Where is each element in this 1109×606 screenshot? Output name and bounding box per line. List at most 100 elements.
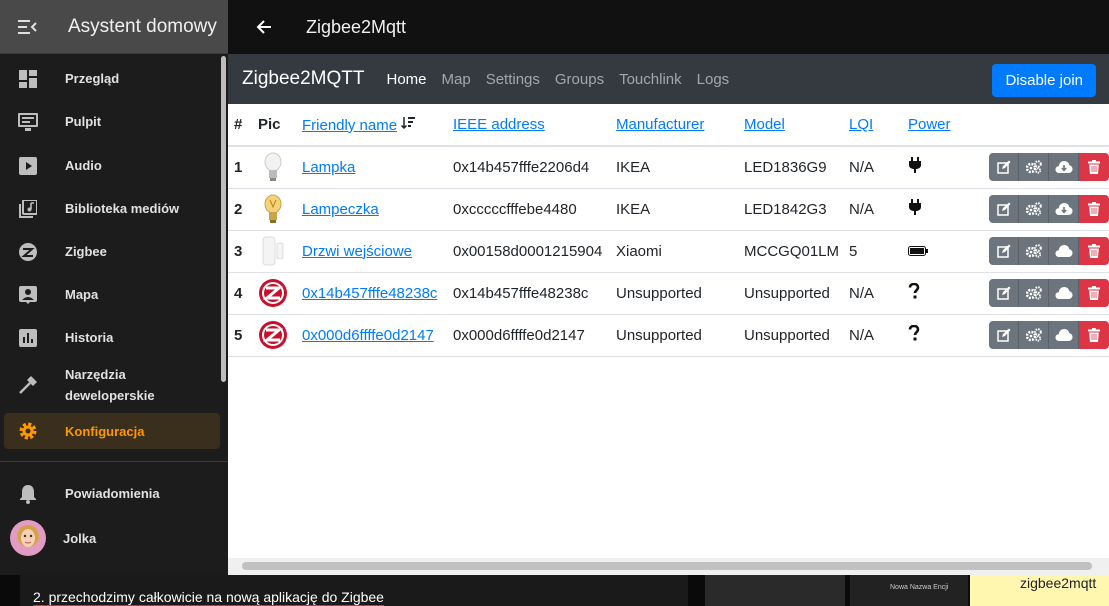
sidebar-divider [0, 461, 228, 462]
ota-button[interactable] [1049, 153, 1079, 182]
sidebar-item-label: Powiadomienia [65, 486, 160, 501]
manufacturer-cell: Unsupported [616, 314, 744, 357]
row-number: 4 [228, 272, 258, 315]
sort-ieee-link[interactable]: IEEE address [453, 116, 545, 133]
z2m-brand[interactable]: Zigbee2MQTT [242, 68, 364, 90]
sidebar-item-narzedzia[interactable]: Narzędzia deweloperskie [4, 363, 220, 407]
configure-button[interactable] [1019, 153, 1049, 182]
cogs-icon [1025, 160, 1042, 174]
sidebar-item-label: Przegląd [65, 71, 120, 86]
remove-button[interactable] [1079, 321, 1109, 349]
sidebar-item-label: Audio [65, 158, 102, 173]
model-cell: LED1842G3 [744, 188, 849, 231]
configure-button[interactable] [1019, 279, 1049, 307]
nav-link-home[interactable]: Home [386, 71, 426, 88]
remove-button[interactable] [1079, 195, 1109, 223]
table-row: 1 Lampka 0x14b457fffe2206d4 IKEA LED1836G9 N/… [228, 146, 1109, 189]
row-number: 1 [228, 146, 258, 189]
remove-button[interactable] [1079, 153, 1109, 182]
cogs-icon [1025, 286, 1042, 300]
map-icon [6, 285, 50, 304]
rename-button[interactable] [989, 321, 1019, 349]
plug-icon [909, 199, 921, 215]
cloud-download-icon [1055, 203, 1072, 215]
sort-model-link[interactable]: Model [744, 116, 785, 133]
sidebar-item-mapa[interactable]: Mapa [4, 284, 220, 305]
device-link[interactable]: Lampeczka [302, 201, 379, 218]
device-link[interactable]: Lampka [302, 159, 355, 176]
table-row: 3 Drzwi wejściowe 0x00158d0001215904 Xiaomi… [228, 230, 1109, 273]
col-manufacturer: Manufacturer [616, 104, 744, 147]
device-link[interactable]: 0x14b457fffe48238c [302, 285, 437, 302]
bulb-image [258, 152, 288, 182]
page-title: Zigbee2Mqtt [306, 16, 407, 37]
sort-power-link[interactable]: Power [908, 116, 951, 133]
ota-button[interactable] [1049, 279, 1079, 307]
sidebar-item-przeglad[interactable]: Przegląd [4, 68, 220, 89]
monitor-icon [6, 112, 50, 131]
sidebar-item-audio[interactable]: Audio [4, 155, 220, 176]
configure-button[interactable] [1019, 237, 1049, 265]
user-name: Jolka [63, 530, 97, 546]
col-friendly-name[interactable]: Friendly name [302, 104, 453, 147]
ieee-cell: 0xcccccfffebe4480 [453, 188, 616, 231]
table-row: 2 Lampeczka 0xcccccfffebe4480 IKEA LED1842G3… [228, 188, 1109, 231]
rename-button[interactable] [989, 279, 1019, 307]
horizontal-scrollbar[interactable] [228, 558, 1109, 575]
configure-button[interactable] [1019, 195, 1049, 223]
sidebar-item-user[interactable]: Jolka [4, 520, 220, 556]
ota-button[interactable] [1049, 321, 1079, 349]
entity-name-label: Nowa Nazwa Encji [850, 575, 968, 606]
lqi-cell: N/A [849, 314, 908, 357]
sort-lqi-link[interactable]: LQI [849, 116, 873, 133]
remove-button[interactable] [1079, 279, 1109, 307]
sidebar-item-label: Zigbee [65, 244, 107, 259]
ieee-cell: 0x14b457fffe48238c [453, 272, 616, 315]
device-picture [258, 230, 302, 273]
ieee-cell: 0x000d6ffffe0d2147 [453, 314, 616, 357]
sidebar-item-biblioteka[interactable]: Biblioteka mediów [4, 198, 220, 219]
nav-link-groups[interactable]: Groups [555, 71, 604, 88]
menu-toggle-button[interactable] [0, 0, 56, 54]
nav-link-touchlink[interactable]: Touchlink [619, 71, 682, 88]
chart-icon [6, 328, 50, 347]
rename-button[interactable] [989, 153, 1019, 182]
sidebar-item-historia[interactable]: Historia [4, 327, 220, 348]
scrollbar-thumb[interactable] [242, 562, 1092, 570]
model-cell: MCCGQ01LM [744, 230, 849, 273]
remove-button[interactable] [1079, 237, 1109, 265]
power-cell [908, 188, 968, 231]
ota-button[interactable] [1049, 237, 1079, 265]
action-group [968, 279, 1109, 307]
lqi-cell: N/A [849, 272, 908, 315]
device-link[interactable]: 0x000d6ffffe0d2147 [302, 327, 434, 344]
sidebar-item-pulpit[interactable]: Pulpit [4, 111, 220, 132]
row-number: 2 [228, 188, 258, 231]
lqi-cell: N/A [849, 188, 908, 231]
cloud-icon [1055, 245, 1072, 257]
device-link[interactable]: Drzwi wejściowe [302, 243, 412, 260]
topbar: Zigbee2Mqtt [228, 0, 1109, 54]
power-cell [908, 230, 968, 273]
ota-button[interactable] [1049, 195, 1079, 223]
configure-button[interactable] [1019, 321, 1049, 349]
sidebar-item-powiadomienia[interactable]: Powiadomienia [4, 483, 220, 504]
bottom-strip: 2. przechodzimy całkowicie na nową aplik… [0, 575, 1109, 606]
z2m-navbar: Zigbee2MQTT Home Map Settings Groups Tou… [228, 54, 1109, 104]
sort-friendly-name-link[interactable]: Friendly name [302, 117, 397, 134]
nav-link-logs[interactable]: Logs [697, 71, 730, 88]
power-cell [908, 314, 968, 357]
sort-manufacturer-link[interactable]: Manufacturer [616, 116, 704, 133]
nav-link-settings[interactable]: Settings [486, 71, 540, 88]
rename-button[interactable] [989, 237, 1019, 265]
device-picture [258, 272, 302, 315]
sidebar-item-konfiguracja[interactable]: Konfiguracja [4, 413, 220, 449]
disable-join-button[interactable]: Disable join [992, 64, 1096, 97]
model-cell: LED1836G9 [744, 146, 849, 189]
back-button[interactable] [228, 0, 300, 54]
sidebar-item-zigbee[interactable]: Zigbee [4, 241, 220, 262]
trash-icon [1088, 328, 1100, 342]
rename-button[interactable] [989, 195, 1019, 223]
nav-link-map[interactable]: Map [442, 71, 471, 88]
sidebar-scrollbar[interactable] [221, 56, 226, 382]
